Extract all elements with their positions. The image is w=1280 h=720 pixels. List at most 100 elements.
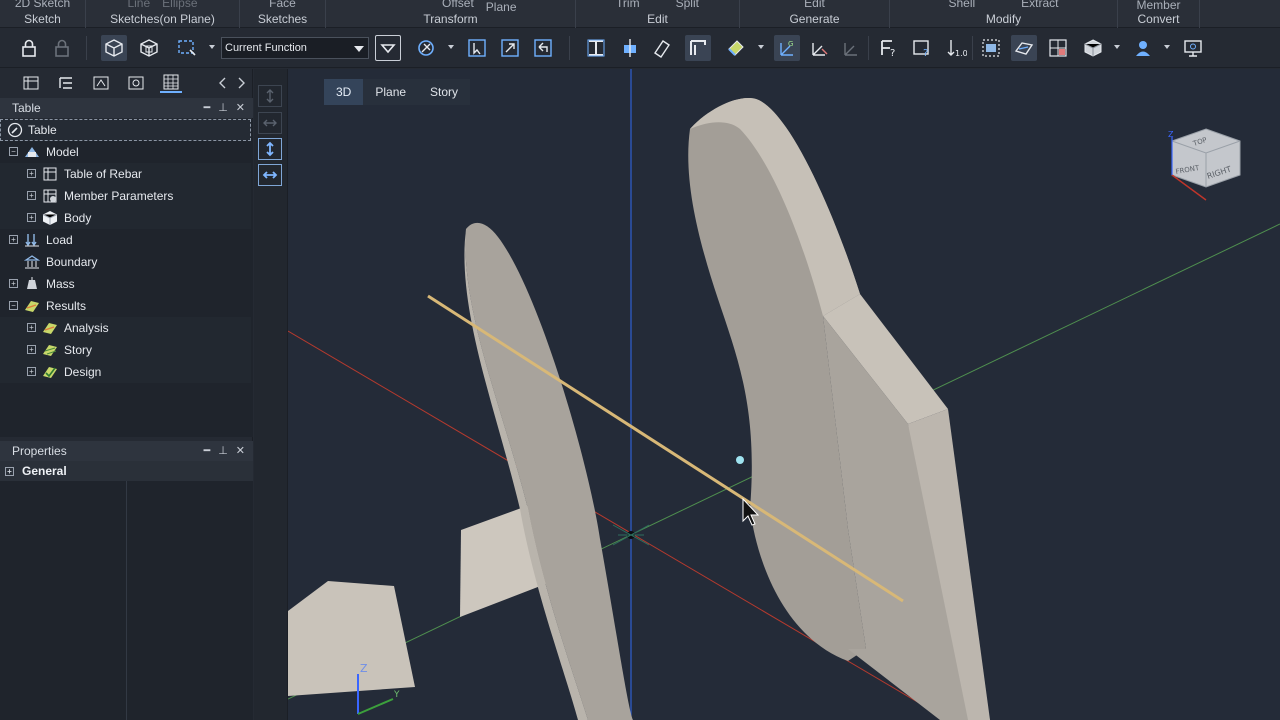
expand-icon[interactable]: + [27, 323, 36, 332]
expand-icon[interactable]: + [27, 191, 36, 200]
snap-point[interactable] [736, 456, 744, 464]
tree-item-table-of-rebar[interactable]: + Table of Rebar [0, 163, 251, 185]
display-icon[interactable] [1180, 35, 1206, 61]
tree-item-analysis[interactable]: + Analysis [0, 317, 251, 339]
pin-icon[interactable]: ⊥ [218, 102, 228, 114]
chevron-down-icon[interactable] [209, 45, 215, 49]
query-table-icon[interactable]: ? [909, 35, 935, 61]
ribbon-item[interactable]: 2D Sketch [15, 0, 70, 10]
ribbon-group-edit[interactable]: Trim Split Edit [576, 0, 740, 28]
select-window-icon[interactable] [174, 35, 200, 61]
layer-icon[interactable] [978, 35, 1004, 61]
wall-icon[interactable] [685, 35, 711, 61]
ribbon-item[interactable]: Edit [804, 0, 825, 10]
ribbon-item[interactable]: Member [1136, 0, 1180, 12]
solid-view-icon[interactable] [101, 35, 127, 61]
ribbon-group-modify[interactable]: Shell Extract Modify [890, 0, 1118, 28]
pin-icon[interactable]: ⊥ [218, 445, 228, 457]
lock-disabled-icon[interactable] [49, 35, 75, 61]
ribbon-group-sketches-on-plane[interactable]: Line Ellipse Sketches(on Plane) [86, 0, 240, 28]
ribbon-item[interactable]: Offset [442, 0, 474, 10]
display-tree-icon[interactable] [125, 73, 147, 93]
chevron-down-icon[interactable] [758, 45, 764, 49]
query-icon[interactable]: ? [876, 35, 902, 61]
horizontal-dimension-icon[interactable] [258, 164, 282, 186]
view-cube[interactable]: Z TOP FRONT RIGHT [1168, 128, 1241, 201]
expand-icon[interactable]: + [9, 279, 18, 288]
material-icon[interactable] [723, 35, 749, 61]
tree-item-mass[interactable]: + Mass [0, 273, 251, 295]
collapse-icon[interactable]: − [9, 301, 18, 310]
ribbon-group-sketch[interactable]: 2D Sketch Sketch [0, 0, 86, 28]
properties-section-general[interactable]: + General [0, 461, 253, 481]
minimize-icon[interactable]: ━ [204, 445, 211, 457]
function-select[interactable]: Current Function [221, 37, 369, 59]
select-add-icon[interactable] [497, 35, 523, 61]
chevron-down-icon[interactable] [1164, 45, 1170, 49]
align-icon[interactable] [617, 35, 643, 61]
axis-disabled-icon[interactable] [838, 35, 864, 61]
slab-solid[interactable] [288, 581, 415, 696]
chevron-right-icon[interactable] [230, 73, 252, 93]
grid-axis-icon[interactable]: G [774, 35, 800, 61]
menu-tree-icon[interactable] [55, 73, 77, 93]
close-icon[interactable]: ✕ [236, 102, 245, 114]
expand-icon[interactable]: + [27, 345, 36, 354]
scale-icon[interactable]: 1.0 [943, 35, 969, 61]
cube-view-icon[interactable] [1080, 35, 1106, 61]
table-tree-icon[interactable] [160, 73, 182, 93]
undo-select-icon[interactable] [530, 35, 556, 61]
tree-item-member-parameters[interactable]: + Member Parameters [0, 185, 251, 207]
expand-icon[interactable]: + [27, 169, 36, 178]
expand-icon[interactable]: + [27, 367, 36, 376]
filter-dropdown-icon[interactable] [375, 35, 401, 61]
shading-icon[interactable] [1011, 35, 1037, 61]
tree-item-boundary[interactable]: Boundary [0, 251, 251, 273]
slab-icon[interactable] [649, 35, 675, 61]
multi-view-icon[interactable] [1045, 35, 1071, 61]
ribbon-item[interactable]: Face [269, 0, 296, 10]
expand-icon[interactable]: + [5, 467, 14, 476]
axis-tool-icon[interactable] [806, 35, 832, 61]
vertical-distance-icon[interactable] [258, 85, 282, 107]
wireframe-view-icon[interactable] [136, 35, 162, 61]
works-tree-icon[interactable] [20, 73, 42, 93]
tree-item-load[interactable]: + Load [0, 229, 251, 251]
model-viewport[interactable]: Z Y Z TOP FRONT RIGHT 3D Plane Story [288, 69, 1280, 720]
expand-icon[interactable]: + [27, 213, 36, 222]
tab-story[interactable]: Story [418, 79, 470, 105]
expand-icon[interactable]: + [9, 235, 18, 244]
ribbon-item[interactable]: Trim [616, 0, 640, 10]
ribbon-item[interactable]: Ellipse [162, 0, 197, 10]
wall-solid[interactable] [465, 222, 633, 720]
snap-settings-icon[interactable] [413, 35, 439, 61]
tab-3d[interactable]: 3D [324, 79, 364, 105]
lock-icon[interactable] [16, 35, 42, 61]
minimize-icon[interactable]: ━ [204, 102, 211, 114]
user-view-icon[interactable] [1130, 35, 1156, 61]
tab-plane[interactable]: Plane [363, 79, 418, 105]
horizontal-distance-icon[interactable] [258, 112, 282, 134]
ribbon-group-sketches[interactable]: Face Sketches [240, 0, 326, 28]
ribbon-item[interactable]: Line [127, 0, 150, 10]
tree-item-body[interactable]: + Body [0, 207, 251, 229]
ribbon-item[interactable]: Shell [948, 0, 975, 10]
close-icon[interactable]: ✕ [236, 445, 245, 457]
group-tree-icon[interactable] [90, 73, 112, 93]
select-pointer-icon[interactable] [464, 35, 490, 61]
tree-item-results[interactable]: − Results [0, 295, 251, 317]
chevron-down-icon[interactable] [448, 45, 454, 49]
ribbon-group-generate[interactable]: Edit Generate [740, 0, 890, 28]
ribbon-group-transform[interactable]: Offset Plane Transform [326, 0, 576, 28]
ribbon-item[interactable]: Split [676, 0, 699, 10]
section-i-icon[interactable] [583, 35, 609, 61]
collapse-icon[interactable]: − [9, 147, 18, 156]
model-scene[interactable]: Z Y Z TOP FRONT RIGHT [288, 69, 1280, 720]
ribbon-group-convert[interactable]: Member Convert [1118, 0, 1200, 28]
tree-item-model[interactable]: − Model [0, 141, 251, 163]
chevron-down-icon[interactable] [1114, 45, 1120, 49]
tree-item-table[interactable]: Table [0, 119, 251, 141]
tree-item-design[interactable]: + Design [0, 361, 251, 383]
vertical-dimension-icon[interactable] [258, 138, 282, 160]
ribbon-item[interactable]: Extract [1021, 0, 1058, 10]
